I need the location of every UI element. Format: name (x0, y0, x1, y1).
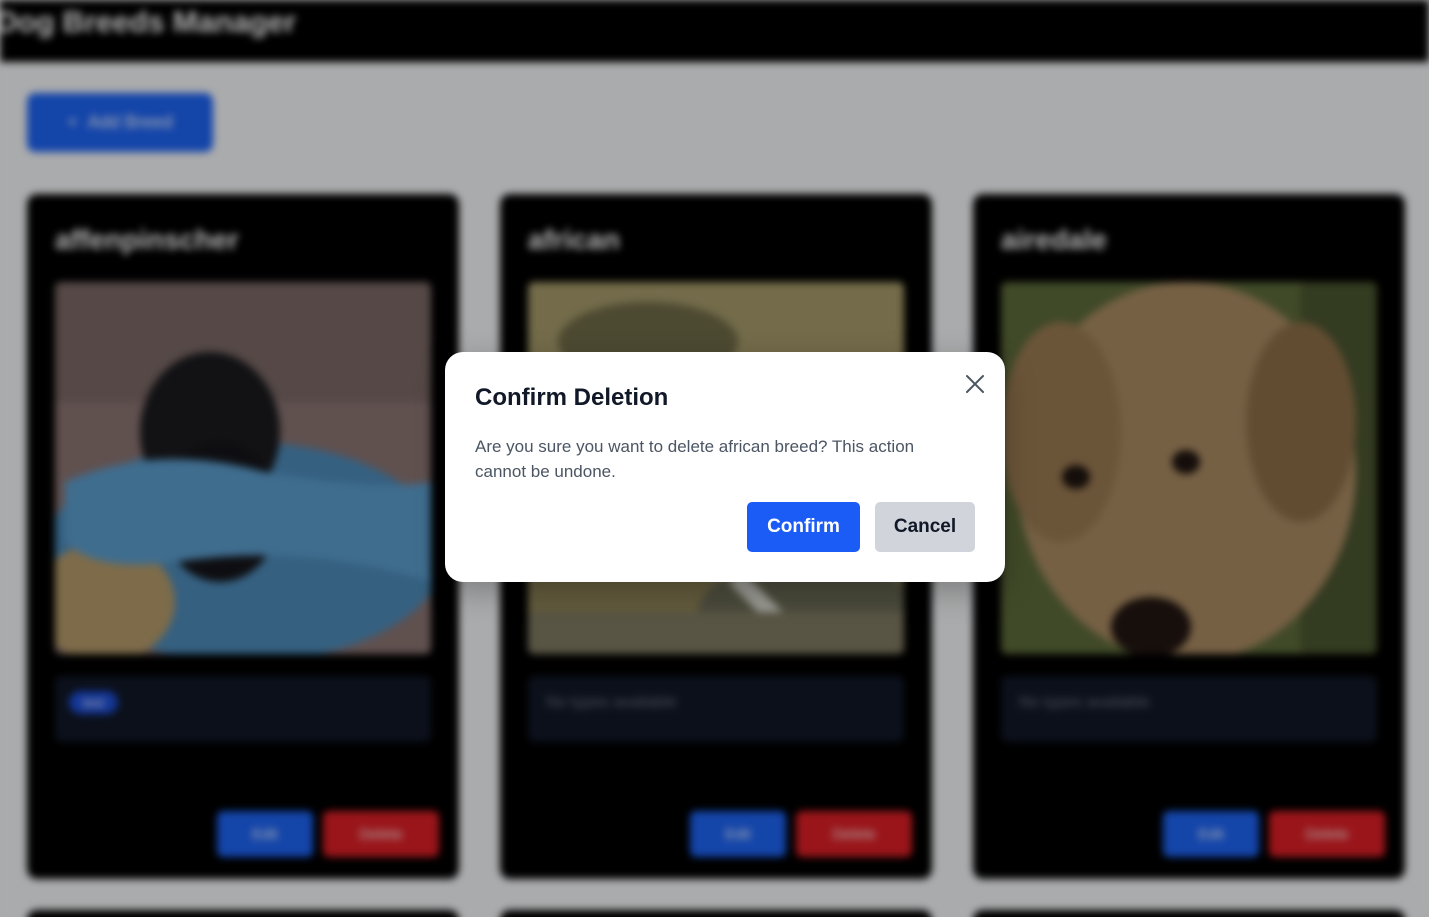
confirm-button[interactable]: Confirm (747, 502, 860, 552)
dialog-title: Confirm Deletion (475, 384, 669, 411)
dialog-message: Are you sure you want to delete african … (475, 437, 915, 481)
confirm-deletion-dialog: Confirm Deletion Are you sure you want t… (445, 352, 1005, 582)
close-icon[interactable] (961, 370, 989, 398)
cancel-button[interactable]: Cancel (875, 502, 975, 552)
